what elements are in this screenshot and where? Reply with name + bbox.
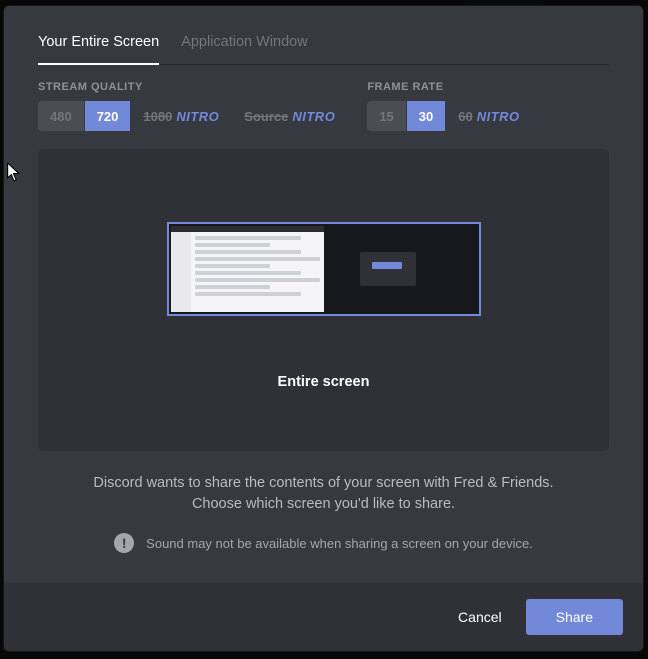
stream-quality-group: STREAM QUALITY 480 720 1080 NITRO Source…: [38, 81, 347, 131]
nitro-badge: NITRO: [292, 109, 335, 124]
preview-caption: Entire screen: [278, 374, 370, 414]
fps-30-button[interactable]: 30: [407, 101, 446, 131]
modal-footer: Cancel Share: [4, 583, 643, 651]
warning-text: Sound may not be available when sharing …: [146, 536, 533, 551]
frame-rate-label: FRAME RATE: [367, 81, 531, 93]
source-tabs: Your Entire Screen Application Window: [38, 26, 609, 65]
audio-warning: ! Sound may not be available when sharin…: [38, 533, 609, 553]
screen-share-modal: Your Entire Screen Application Window ST…: [4, 6, 643, 651]
cancel-button[interactable]: Cancel: [440, 599, 520, 635]
description-line1: Discord wants to share the contents of y…: [93, 475, 553, 491]
screen-thumbnail[interactable]: [167, 222, 481, 316]
settings-row: STREAM QUALITY 480 720 1080 NITRO Source…: [38, 81, 609, 131]
quality-480-button[interactable]: 480: [38, 101, 85, 131]
fps-15-button[interactable]: 15: [367, 101, 406, 131]
nitro-badge: NITRO: [477, 109, 520, 124]
fps-60-text: 60: [458, 109, 472, 124]
quality-1080-text: 1080: [143, 109, 172, 124]
quality-source-text: Source: [244, 109, 288, 124]
quality-source-button[interactable]: Source NITRO: [232, 101, 347, 131]
frame-rate-group: FRAME RATE 15 30 60 NITRO: [367, 81, 531, 131]
thumbnail-left-window: [171, 226, 324, 312]
modal-body: Your Entire Screen Application Window ST…: [4, 6, 643, 583]
quality-720-button[interactable]: 720: [85, 101, 132, 131]
tab-entire-screen[interactable]: Your Entire Screen: [38, 26, 159, 64]
description-text: Discord wants to share the contents of y…: [38, 473, 609, 515]
stream-quality-label: STREAM QUALITY: [38, 81, 347, 93]
preview-panel: Entire screen: [38, 149, 609, 451]
thumbnail-right-window: [324, 226, 477, 312]
fps-60-button[interactable]: 60 NITRO: [446, 101, 531, 131]
stream-quality-segmented: 480 720 1080 NITRO Source NITRO: [38, 101, 347, 131]
frame-rate-segmented: 15 30 60 NITRO: [367, 101, 531, 131]
quality-1080-button[interactable]: 1080 NITRO: [131, 101, 232, 131]
description-line2: Choose which screen you'd like to share.: [192, 496, 455, 512]
nitro-badge: NITRO: [176, 109, 219, 124]
tab-application-window[interactable]: Application Window: [181, 26, 308, 64]
warning-icon: !: [114, 533, 134, 553]
share-button[interactable]: Share: [526, 599, 623, 635]
